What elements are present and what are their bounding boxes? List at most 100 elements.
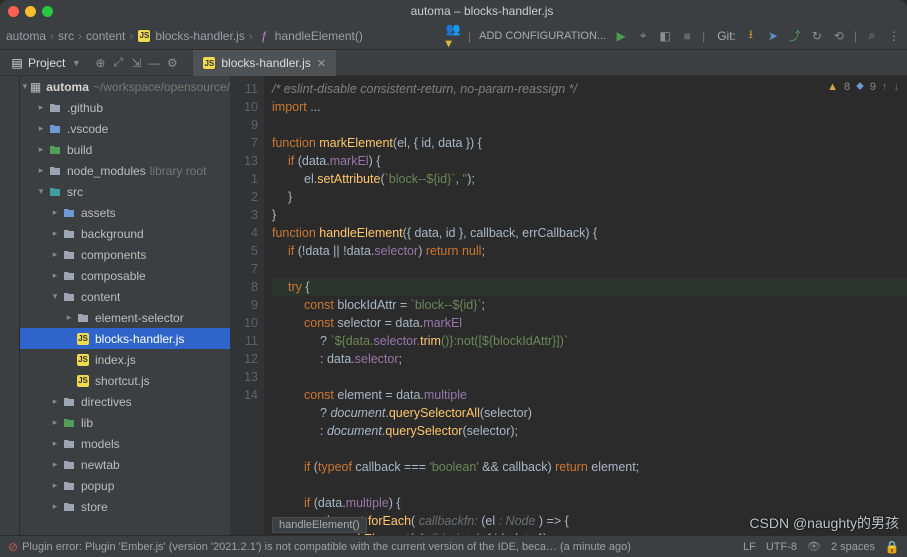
error-icon[interactable]: ⊘ xyxy=(8,540,18,554)
gutter-line[interactable]: 3 xyxy=(230,206,258,224)
tree-item[interactable]: ▸newtab xyxy=(20,454,230,475)
code-line[interactable]: function markElement(el, { id, data }) { xyxy=(272,134,907,152)
tree-item[interactable]: ▸models xyxy=(20,433,230,454)
rollback-icon[interactable]: ⟲ xyxy=(832,29,846,43)
stop-icon[interactable]: ■ xyxy=(680,29,694,43)
code-line[interactable]: if (typeof callback === 'boolean' && cal… xyxy=(272,458,907,476)
chevron-icon[interactable]: ▾ xyxy=(50,291,60,302)
code-line[interactable]: if (data.markEl) { xyxy=(272,152,907,170)
editor[interactable]: 11109713123457891011121314 /* eslint-dis… xyxy=(230,76,907,535)
tree-item[interactable]: ▾src xyxy=(20,181,230,202)
gutter-line[interactable]: 10 xyxy=(230,98,258,116)
chevron-icon[interactable]: ▸ xyxy=(50,207,60,218)
gutter-line[interactable]: 5 xyxy=(230,242,258,260)
tree-item[interactable]: ▸popup xyxy=(20,475,230,496)
gutter-line[interactable]: 9 xyxy=(230,296,258,314)
gutter-line[interactable]: 4 xyxy=(230,224,258,242)
tree-item[interactable]: ▸composable xyxy=(20,265,230,286)
breadcrumb-item[interactable]: handleElement() xyxy=(275,29,363,43)
lock-icon[interactable]: 🔒 xyxy=(885,540,899,554)
code-line[interactable]: ? document.querySelectorAll(selector) xyxy=(272,404,907,422)
tree-item[interactable]: ▸directives xyxy=(20,391,230,412)
code-line[interactable]: if (!data || !data.selector) return null… xyxy=(272,242,907,260)
git-update-icon[interactable]: ⭳ xyxy=(744,29,758,43)
git-history-icon[interactable]: ↻ xyxy=(810,29,824,43)
code-line[interactable] xyxy=(272,260,907,278)
inspection-widget[interactable]: ▲8 ⬥9 ↑ ↓ xyxy=(827,80,899,93)
chevron-icon[interactable]: ▸ xyxy=(50,228,60,239)
tree-item[interactable]: ▸store xyxy=(20,496,230,517)
code-line[interactable]: const element = data.multiple xyxy=(272,386,907,404)
project-selector[interactable]: ▤ Project ▼ xyxy=(4,54,89,72)
encoding[interactable]: UTF-8 xyxy=(766,541,797,553)
close-tab-icon[interactable]: ✕ xyxy=(317,57,326,70)
chevron-down-icon[interactable]: ▾ xyxy=(22,81,28,92)
code-line[interactable]: try { xyxy=(272,278,907,296)
breadcrumb-item[interactable]: blocks-handler.js xyxy=(155,29,244,43)
tree-item[interactable]: JSblocks-handler.js xyxy=(20,328,230,349)
minimize-window-button[interactable] xyxy=(25,6,36,17)
gutter-line[interactable]: 14 xyxy=(230,386,258,404)
coverage-icon[interactable]: ◧ xyxy=(658,29,672,43)
gutter-line[interactable]: 13 xyxy=(230,152,258,170)
select-opened-file-icon[interactable]: ⊕ xyxy=(93,56,107,70)
add-configuration-button[interactable]: ADD CONFIGURATION... xyxy=(479,30,606,42)
tree-item[interactable]: JSshortcut.js xyxy=(20,370,230,391)
search-icon[interactable]: ⌕ xyxy=(865,29,879,43)
gutter-line[interactable]: 9 xyxy=(230,116,258,134)
chevron-icon[interactable]: ▸ xyxy=(50,501,60,512)
left-tool-rail[interactable] xyxy=(0,76,20,535)
maximize-window-button[interactable] xyxy=(42,6,53,17)
reader-mode-icon[interactable]: 👁 xyxy=(807,540,821,553)
sticky-function-hint[interactable]: handleElement() xyxy=(272,517,367,533)
gutter-line[interactable]: 12 xyxy=(230,350,258,368)
code-area[interactable]: /* eslint-disable consistent-return, no-… xyxy=(264,76,907,535)
code-line[interactable]: element.forEach( callbackfn: (el : Node … xyxy=(272,512,907,530)
indent-setting[interactable]: 2 spaces xyxy=(831,541,875,553)
gutter-line[interactable]: 11 xyxy=(230,332,258,350)
code-line[interactable] xyxy=(272,440,907,458)
chevron-icon[interactable]: ▸ xyxy=(50,249,60,260)
code-line[interactable]: /* eslint-disable consistent-return, no-… xyxy=(272,80,907,98)
status-message[interactable]: Plugin error: Plugin 'Ember.js' (version… xyxy=(22,541,631,553)
gutter-line[interactable]: 11 xyxy=(230,80,258,98)
code-line[interactable]: el.setAttribute(`block--${id}`, ''); xyxy=(272,170,907,188)
code-line[interactable]: } xyxy=(272,188,907,206)
chevron-icon[interactable]: ▸ xyxy=(36,123,46,134)
line-ending[interactable]: LF xyxy=(743,541,756,553)
collapse-all-icon[interactable]: ⇲ xyxy=(129,56,143,70)
project-tree[interactable]: ▾ ▦ automa ~/workspace/opensource/ ▸.git… xyxy=(20,76,230,535)
warnings-icon[interactable]: ▲ xyxy=(827,81,838,93)
tree-item[interactable]: JSindex.js xyxy=(20,349,230,370)
gutter-line[interactable]: 10 xyxy=(230,314,258,332)
chevron-icon[interactable]: ▸ xyxy=(50,480,60,491)
gutter-line[interactable]: 13 xyxy=(230,368,258,386)
hide-icon[interactable]: — xyxy=(147,56,161,70)
code-line[interactable]: } xyxy=(272,206,907,224)
chevron-icon[interactable]: ▸ xyxy=(50,396,60,407)
tree-item[interactable]: ▸.github xyxy=(20,97,230,118)
code-with-me-icon[interactable]: 👥▾ xyxy=(446,29,460,43)
chevron-icon[interactable]: ▸ xyxy=(50,438,60,449)
gear-icon[interactable]: ⚙ xyxy=(165,56,179,70)
code-line[interactable] xyxy=(272,476,907,494)
chevron-icon[interactable]: ▸ xyxy=(36,102,46,113)
tree-item[interactable]: ▸lib xyxy=(20,412,230,433)
chevron-icon[interactable]: ▸ xyxy=(50,459,60,470)
chevron-icon[interactable]: ▸ xyxy=(50,417,60,428)
gutter-line[interactable]: 1 xyxy=(230,170,258,188)
breadcrumb-item[interactable]: content xyxy=(86,29,125,43)
tree-item[interactable]: ▸build xyxy=(20,139,230,160)
hints-icon[interactable]: ⬥ xyxy=(856,80,864,93)
code-line[interactable]: function handleElement({ data, id }, cal… xyxy=(272,224,907,242)
next-highlight-icon[interactable]: ↓ xyxy=(894,81,900,93)
code-line[interactable]: const blockIdAttr = `block--${id}`; xyxy=(272,296,907,314)
expand-all-icon[interactable]: ⤢ xyxy=(111,56,125,70)
code-line[interactable] xyxy=(272,368,907,386)
gutter-line[interactable]: 7 xyxy=(230,260,258,278)
more-icon[interactable]: ⋮ xyxy=(887,29,901,43)
breadcrumb[interactable]: automa› src› content› JS blocks-handler.… xyxy=(6,29,363,43)
gutter-line[interactable]: 8 xyxy=(230,278,258,296)
tree-root[interactable]: ▾ ▦ automa ~/workspace/opensource/ xyxy=(20,76,230,97)
chevron-icon[interactable]: ▸ xyxy=(36,144,46,155)
